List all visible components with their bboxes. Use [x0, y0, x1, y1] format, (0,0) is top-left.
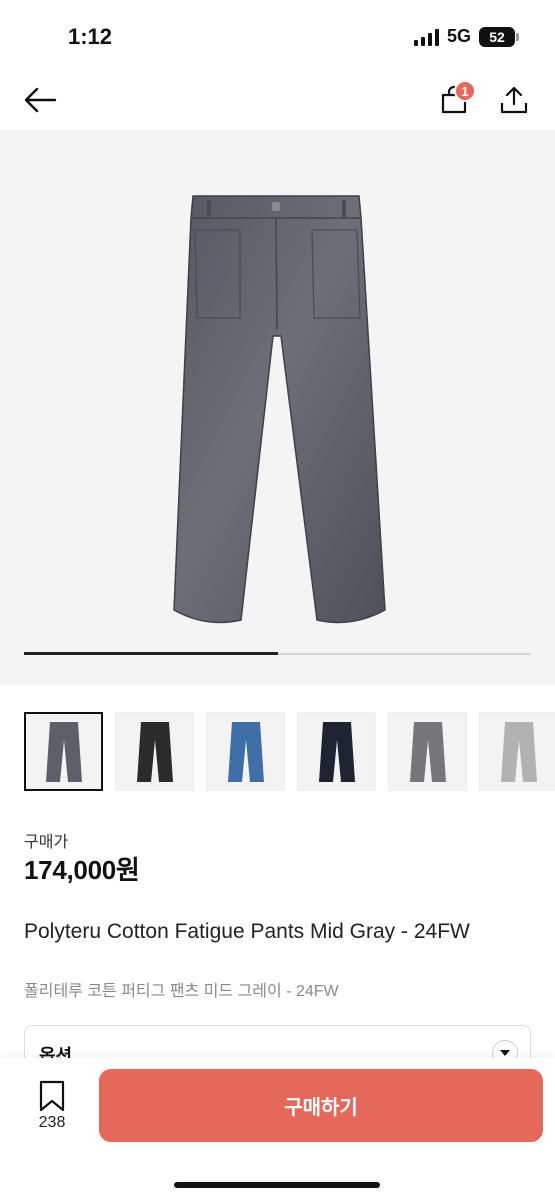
pants-thumbnail-image	[227, 721, 264, 782]
product-title-korean: 폴리테루 코튼 퍼티그 팬츠 미드 그레이 - 24FW	[24, 983, 339, 1000]
share-button[interactable]	[492, 78, 536, 122]
thumb-navy[interactable]	[297, 712, 376, 791]
bookmark-button[interactable]: 238	[26, 1080, 78, 1140]
bottom-action-bar: 238 구매하기	[0, 1058, 555, 1200]
thumb-gray[interactable]	[388, 712, 467, 791]
thumb-mid-gray[interactable]	[24, 712, 103, 791]
cart-button[interactable]: 1	[432, 78, 476, 122]
pants-thumbnail-image	[409, 721, 446, 782]
pants-thumbnail-image	[318, 721, 355, 782]
signal-icon	[413, 28, 439, 46]
thumb-black[interactable]	[115, 712, 194, 791]
thumbnail-strip	[24, 712, 555, 791]
pants-image	[173, 195, 386, 624]
status-indicators: 5G 52	[413, 26, 519, 47]
battery-icon: 52	[479, 26, 519, 47]
price-value: 174,000원	[24, 855, 140, 885]
network-type: 5G	[446, 26, 471, 46]
arrow-left-icon	[24, 87, 57, 113]
pants-thumbnail-image	[45, 721, 82, 782]
price-label: 구매가	[24, 834, 69, 851]
product-image[interactable]	[0, 130, 555, 685]
bookmark-count: 238	[38, 1114, 66, 1131]
status-bar: 1:12 5G 52	[0, 0, 555, 70]
gallery-progress	[24, 652, 531, 655]
bookmark-icon	[39, 1080, 65, 1112]
pants-thumbnail-image	[500, 721, 537, 782]
cart-badge: 1	[454, 80, 476, 102]
back-button[interactable]	[18, 78, 62, 122]
gallery-progress-fill	[24, 652, 278, 655]
thumb-light-gray[interactable]	[479, 712, 555, 791]
top-nav: 1	[0, 70, 555, 130]
pants-thumbnail-image	[136, 721, 173, 782]
thumb-blue[interactable]	[206, 712, 285, 791]
home-indicator	[174, 1182, 380, 1188]
status-time: 1:12	[68, 24, 113, 49]
buy-button[interactable]: 구매하기	[99, 1069, 543, 1142]
product-title: Polyteru Cotton Fatigue Pants Mid Gray -…	[24, 920, 470, 943]
share-icon	[500, 86, 528, 114]
